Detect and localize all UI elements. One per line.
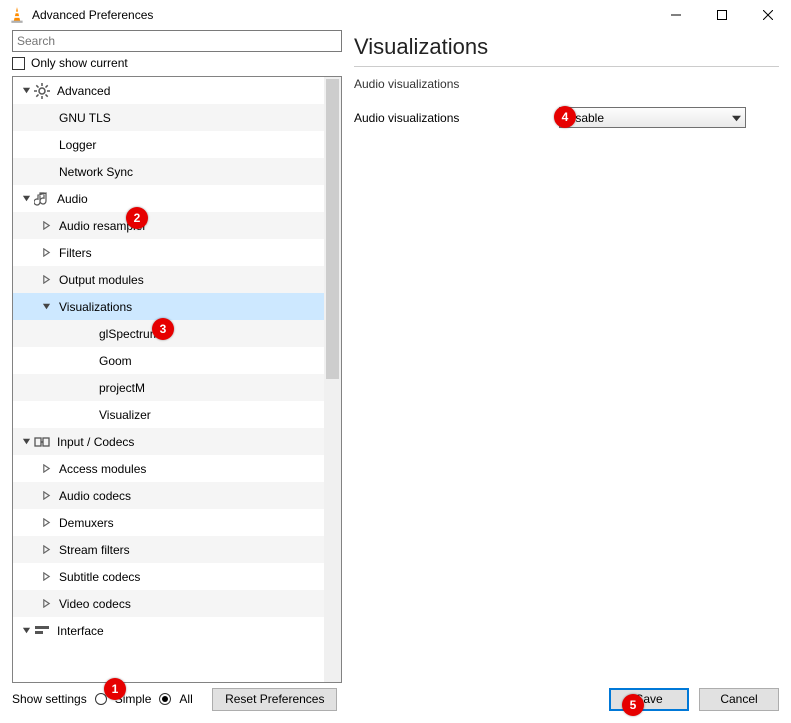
minimize-button[interactable] bbox=[653, 0, 699, 30]
chevron-down-icon[interactable] bbox=[39, 302, 53, 311]
radio-simple[interactable] bbox=[95, 693, 107, 705]
tree-item[interactable]: Subtitle codecs bbox=[13, 563, 324, 590]
close-button[interactable] bbox=[745, 0, 791, 30]
tree-item[interactable]: Audio bbox=[13, 185, 324, 212]
settings-panel: Visualizations Audio visualizations Audi… bbox=[354, 30, 779, 683]
tree-item-label: Visualizer bbox=[99, 408, 151, 422]
tree-item[interactable]: projectM bbox=[13, 374, 324, 401]
tree-item-label: Network Sync bbox=[59, 165, 133, 179]
show-settings-group: Show settings Simple All Reset Preferenc… bbox=[12, 688, 337, 711]
chevron-down-icon[interactable] bbox=[19, 86, 33, 95]
tree-item-label: Advanced bbox=[57, 84, 110, 98]
tree-item-label: Video codecs bbox=[59, 597, 131, 611]
radio-simple-label: Simple bbox=[115, 692, 152, 706]
tree-item[interactable]: Visualizations bbox=[13, 293, 324, 320]
footer-bar: Show settings Simple All Reset Preferenc… bbox=[0, 683, 791, 723]
tree-item[interactable]: Input / Codecs bbox=[13, 428, 324, 455]
audio-visualizations-value: Disable bbox=[564, 111, 604, 125]
tree-item[interactable]: Output modules bbox=[13, 266, 324, 293]
tree-item-label: Logger bbox=[59, 138, 96, 152]
tree-item[interactable]: Interface bbox=[13, 617, 324, 644]
tree-item[interactable]: GNU TLS bbox=[13, 104, 324, 131]
tree-item-label: Audio codecs bbox=[59, 489, 131, 503]
tree-item[interactable]: Audio resampler bbox=[13, 212, 324, 239]
tree-item[interactable]: Video codecs bbox=[13, 590, 324, 617]
radio-all[interactable] bbox=[159, 693, 171, 705]
titlebar: Advanced Preferences bbox=[0, 0, 791, 30]
cancel-button[interactable]: Cancel bbox=[699, 688, 779, 711]
preferences-tree[interactable]: Advanced GNU TLS Logger Network Sync Audio Au… bbox=[13, 77, 324, 682]
chevron-right-icon[interactable] bbox=[39, 545, 53, 554]
chevron-right-icon[interactable] bbox=[39, 221, 53, 230]
chevron-down-icon[interactable] bbox=[19, 437, 33, 446]
tree-item-label: Output modules bbox=[59, 273, 144, 287]
tree-scrollbar[interactable] bbox=[324, 77, 341, 682]
chevron-down-icon[interactable] bbox=[19, 194, 33, 203]
gear-icon bbox=[33, 82, 51, 100]
tree-item-label: GNU TLS bbox=[59, 111, 111, 125]
chevron-right-icon[interactable] bbox=[39, 572, 53, 581]
audio-visualizations-label: Audio visualizations bbox=[354, 111, 539, 125]
tree-item[interactable]: glSpectrum bbox=[13, 320, 324, 347]
tree-item[interactable]: Network Sync bbox=[13, 158, 324, 185]
tree-item-label: Audio bbox=[57, 192, 88, 206]
window-controls bbox=[653, 0, 791, 30]
show-settings-label: Show settings bbox=[12, 692, 87, 706]
tree-item[interactable]: Filters bbox=[13, 239, 324, 266]
chevron-right-icon[interactable] bbox=[39, 518, 53, 527]
window-title: Advanced Preferences bbox=[32, 8, 653, 22]
tree-scrollbar-thumb[interactable] bbox=[326, 79, 339, 379]
tree-item-label: Demuxers bbox=[59, 516, 114, 530]
tree-item[interactable]: Visualizer bbox=[13, 401, 324, 428]
preferences-tree-container: Advanced GNU TLS Logger Network Sync Audio Au… bbox=[12, 76, 342, 683]
chevron-right-icon[interactable] bbox=[39, 275, 53, 284]
reset-preferences-button[interactable]: Reset Preferences bbox=[212, 688, 337, 711]
chevron-right-icon[interactable] bbox=[39, 464, 53, 473]
save-button[interactable]: Save bbox=[609, 688, 689, 711]
panel-heading: Visualizations bbox=[354, 34, 779, 67]
panel-subheading: Audio visualizations bbox=[354, 77, 779, 91]
tree-item-label: Visualizations bbox=[59, 300, 132, 314]
tree-item-label: Subtitle codecs bbox=[59, 570, 140, 584]
audio-visualizations-dropdown[interactable]: Disable bbox=[559, 107, 746, 128]
tree-item-label: Stream filters bbox=[59, 543, 130, 557]
interface-icon bbox=[33, 622, 51, 640]
tree-item-label: Access modules bbox=[59, 462, 146, 476]
tree-item-label: Interface bbox=[57, 624, 104, 638]
preferences-window: Advanced Preferences Only show current A… bbox=[0, 0, 791, 723]
audio-visualizations-row: Audio visualizations Disable bbox=[354, 107, 779, 128]
tree-item[interactable]: Logger bbox=[13, 131, 324, 158]
only-show-current-label: Only show current bbox=[31, 56, 128, 70]
tree-item[interactable]: Access modules bbox=[13, 455, 324, 482]
audio-icon bbox=[33, 190, 51, 208]
radio-all-label: All bbox=[179, 692, 192, 706]
chevron-down-icon[interactable] bbox=[19, 626, 33, 635]
chevron-right-icon[interactable] bbox=[39, 248, 53, 257]
maximize-button[interactable] bbox=[699, 0, 745, 30]
left-panel: Only show current Advanced GNU TLS Logger N… bbox=[12, 30, 342, 683]
only-show-current[interactable]: Only show current bbox=[12, 56, 342, 70]
tree-item-label: Filters bbox=[59, 246, 92, 260]
chevron-right-icon[interactable] bbox=[39, 599, 53, 608]
vlc-cone-icon bbox=[8, 6, 26, 24]
only-show-current-checkbox[interactable] bbox=[12, 57, 25, 70]
tree-item[interactable]: Stream filters bbox=[13, 536, 324, 563]
tree-item[interactable]: Demuxers bbox=[13, 509, 324, 536]
tree-item-label: Input / Codecs bbox=[57, 435, 134, 449]
chevron-right-icon[interactable] bbox=[39, 491, 53, 500]
tree-item-label: Audio resampler bbox=[59, 219, 146, 233]
tree-item-label: projectM bbox=[99, 381, 145, 395]
tree-item-label: Goom bbox=[99, 354, 132, 368]
tree-item[interactable]: Goom bbox=[13, 347, 324, 374]
chevron-down-icon bbox=[732, 112, 741, 126]
tree-item[interactable]: Advanced bbox=[13, 77, 324, 104]
tree-item[interactable]: Audio codecs bbox=[13, 482, 324, 509]
tree-item-label: glSpectrum bbox=[99, 327, 160, 341]
content-area: Only show current Advanced GNU TLS Logger N… bbox=[0, 30, 791, 683]
codec-icon bbox=[33, 433, 51, 451]
search-input[interactable] bbox=[12, 30, 342, 52]
